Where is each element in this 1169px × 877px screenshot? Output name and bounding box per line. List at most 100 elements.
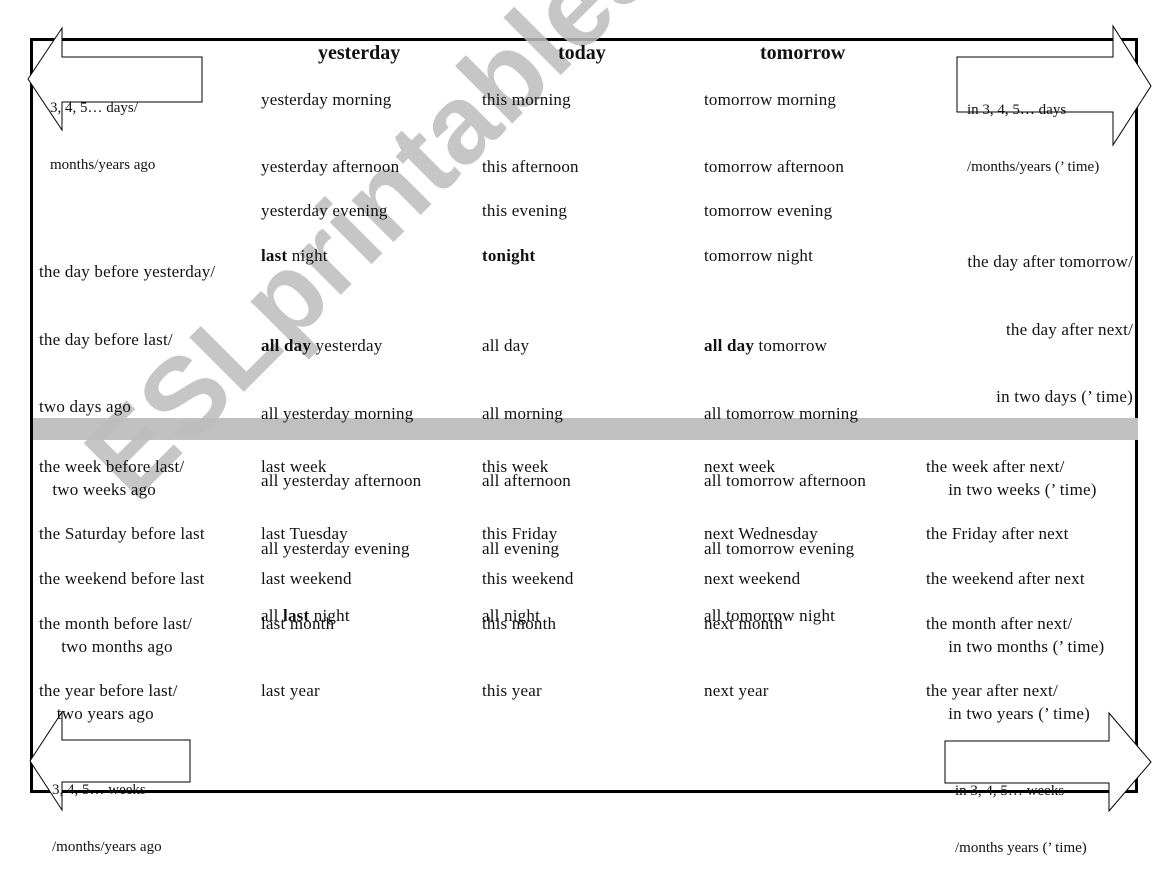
text-line: two years ago xyxy=(39,703,154,723)
day-after-tomorrow: the day after tomorrow/ the day after ne… xyxy=(967,206,1133,431)
arrow-line: 3, 4, 5… days/ xyxy=(50,100,138,116)
tomorrow-morning: tomorrow morning xyxy=(704,90,837,109)
text: yesterday xyxy=(311,336,383,355)
last-period-cell: last Tuesday xyxy=(261,523,348,546)
this-period-cell: this year xyxy=(482,680,542,703)
after-next-cell: the week after next/ in two weeks (’ tim… xyxy=(926,456,1097,501)
bold-text: all day xyxy=(704,336,755,355)
text-line: next Wednesday xyxy=(704,524,818,543)
this-period-cell: this month xyxy=(482,613,556,636)
last-period-cell: last weekend xyxy=(261,568,352,591)
tomorrow-afternoon: tomorrow afternoon xyxy=(704,157,845,176)
text-line: the week before last/ xyxy=(39,457,185,476)
text-line: in two days (’ time) xyxy=(996,387,1133,406)
text-line: last weekend xyxy=(261,569,352,588)
after-next-cell: the month after next/ in two months (’ t… xyxy=(926,613,1104,658)
arrow-text-days-time: in 3, 4, 5… days /months/years (’ time) xyxy=(967,63,1099,196)
text-line: next week xyxy=(704,457,776,476)
next-period-cell: next year xyxy=(704,680,769,703)
arrow-line: months/years ago xyxy=(50,157,156,173)
arrow-line: /months/years ago xyxy=(52,839,162,855)
arrow-text-weeks-time: in 3, 4, 5… weeks /months years (’ time) xyxy=(955,744,1087,877)
text-line: the weekend before last xyxy=(39,569,205,588)
this-morning: this morning xyxy=(482,90,571,109)
arrow-line: 3, 4, 5… weeks xyxy=(52,782,146,798)
text-line: the month after next/ xyxy=(926,614,1073,633)
text-line: the day after tomorrow/ xyxy=(967,252,1133,271)
arrow-text-weeks-ago: 3, 4, 5… weeks /months/years ago xyxy=(52,743,162,876)
text-line: the year after next/ xyxy=(926,681,1058,700)
tomorrow-night: tomorrow night xyxy=(704,246,814,265)
after-next-cell: the Friday after next xyxy=(926,523,1069,546)
this-period-cell: this week xyxy=(482,456,548,479)
arrow-text-days-ago: 3, 4, 5… days/ months/years ago xyxy=(50,61,155,194)
text-line: this weekend xyxy=(482,569,574,588)
arrow-line: /months years (’ time) xyxy=(955,840,1087,856)
next-period-cell: next month xyxy=(704,613,783,636)
text-line: this week xyxy=(482,457,549,476)
this-period-cell: this weekend xyxy=(482,568,574,591)
text-line: all day xyxy=(482,336,530,355)
last-night: last night xyxy=(261,245,328,268)
text: tomorrow xyxy=(754,336,828,355)
bold-text: tonight xyxy=(482,246,536,265)
yesterday-evening: yesterday evening xyxy=(261,201,388,220)
header-yesterday: yesterday xyxy=(318,42,401,64)
text-line: two weeks ago xyxy=(39,479,156,499)
text-line: the month before last/ xyxy=(39,614,193,633)
this-evening: this evening xyxy=(482,201,568,220)
text-line: the day after next/ xyxy=(1006,319,1133,339)
text-line: this month xyxy=(482,614,557,633)
last-period-cell: last year xyxy=(261,680,320,703)
before-last-cell: the month before last/ two months ago xyxy=(39,613,192,658)
tomorrow-evening: tomorrow evening xyxy=(704,201,833,220)
header-today: today xyxy=(558,42,606,64)
before-last-cell: the week before last/ two weeks ago xyxy=(39,456,184,501)
after-next-cell: the weekend after next xyxy=(926,568,1085,591)
last-period-cell: last week xyxy=(261,456,327,479)
arrow-line: in 3, 4, 5… weeks xyxy=(955,783,1065,799)
before-last-cell: the Saturday before last xyxy=(39,523,205,546)
text-line: the day before yesterday/ xyxy=(39,262,216,281)
text-line: last month xyxy=(261,614,335,633)
text-line: next year xyxy=(704,681,769,700)
before-last-cell: the year before last/ two years ago xyxy=(39,680,178,725)
header-tomorrow: tomorrow xyxy=(760,42,846,64)
day-before-yesterday: the day before yesterday/ the day before… xyxy=(39,216,215,441)
text-line: last Tuesday xyxy=(261,524,348,543)
this-afternoon: this afternoon xyxy=(482,157,579,176)
text-line: in two years (’ time) xyxy=(926,703,1090,723)
text-line: all day yesterday xyxy=(261,335,421,358)
text-line: the Saturday before last xyxy=(39,524,205,543)
this-period-cell: this Friday xyxy=(482,523,557,546)
text: night xyxy=(287,246,328,265)
next-period-cell: next weekend xyxy=(704,568,800,591)
next-period-cell: next week xyxy=(704,456,775,479)
text-line: all yesterday morning xyxy=(261,403,414,423)
text-line: next weekend xyxy=(704,569,801,588)
before-last-cell: the weekend before last xyxy=(39,568,205,591)
text-line: this year xyxy=(482,681,542,700)
yesterday-morning: yesterday morning xyxy=(261,90,392,109)
tonight: tonight xyxy=(482,245,535,268)
text-line: the Friday after next xyxy=(926,524,1069,543)
yesterday-afternoon: yesterday afternoon xyxy=(261,157,400,176)
text-line: next month xyxy=(704,614,783,633)
text-line: this Friday xyxy=(482,524,558,543)
next-period-cell: next Wednesday xyxy=(704,523,818,546)
arrow-line: in 3, 4, 5… days xyxy=(967,102,1067,118)
text-line: the week after next/ xyxy=(926,457,1065,476)
bold-text: last xyxy=(261,246,288,265)
text-line: in two weeks (’ time) xyxy=(926,479,1097,499)
text-line: the day before last/ xyxy=(39,329,173,349)
text-line: the year before last/ xyxy=(39,681,178,700)
text-line: the weekend after next xyxy=(926,569,1085,588)
last-period-cell: last month xyxy=(261,613,334,636)
text-line: last year xyxy=(261,681,320,700)
arrow-line: /months/years (’ time) xyxy=(967,159,1100,175)
text-line: all day tomorrow xyxy=(704,335,866,358)
text-line: last week xyxy=(261,457,327,476)
text-line: two months ago xyxy=(39,636,173,656)
text-line: two days ago xyxy=(39,397,132,416)
after-next-cell: the year after next/ in two years (’ tim… xyxy=(926,680,1090,725)
